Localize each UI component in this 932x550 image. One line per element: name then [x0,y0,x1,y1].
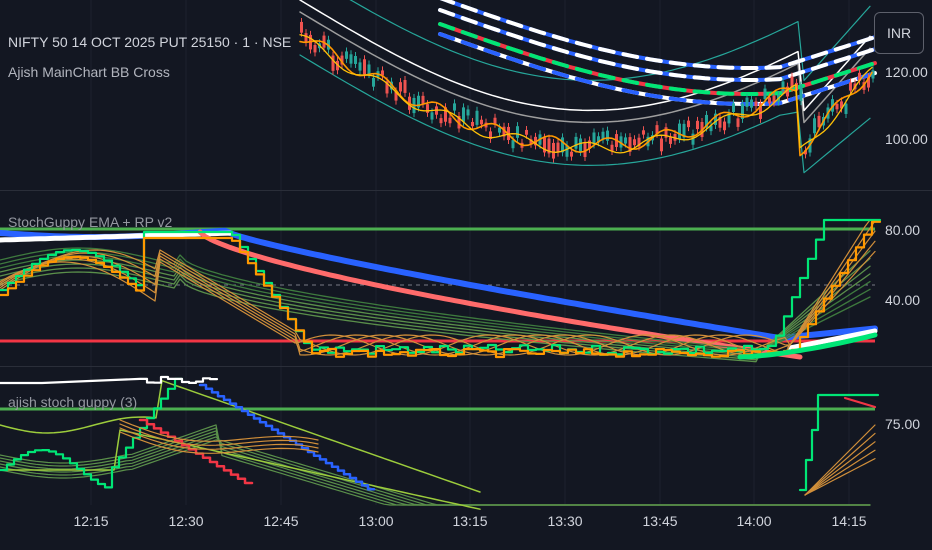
candle-body [871,70,875,79]
currency-button[interactable]: INR [874,12,924,54]
candle-body [678,123,681,139]
candle-body [642,130,645,135]
time-label: 13:45 [642,513,678,529]
candle-body [304,33,308,43]
candle-body [439,118,443,124]
candle-body [624,137,627,144]
time-label: 12:45 [263,513,299,529]
candle-body [579,138,582,152]
candle-body [606,130,609,141]
time-label: 14:15 [831,513,867,529]
ajish-blue-step [198,383,376,491]
ajish-stoch-title[interactable]: ajish stoch guppy (3) [8,394,137,410]
candle-body [511,140,515,149]
candle-body [754,101,758,107]
candle-body [745,97,749,107]
ajish-guppy-line [0,439,871,506]
candle-body [687,120,690,128]
candle-body [781,81,785,92]
guppy-green-line [0,257,871,361]
guppy-orange-line [0,230,876,356]
ajish-right-orange [804,424,876,496]
candle-body [736,118,740,127]
candle-body [462,107,465,122]
candle-body [732,103,735,113]
time-label: 12:15 [73,513,109,529]
candle-body [448,117,452,124]
candle-body [480,119,483,125]
candle-body [471,121,474,127]
candle-body [570,151,573,157]
candle-body [750,99,753,108]
chart-canvas[interactable] [0,0,932,550]
candle-body [349,54,353,64]
stoch-axis-label-40: 40.00 [885,292,921,308]
time-label: 12:30 [168,513,204,529]
stoch-guppy-title[interactable]: StochGuppy EMA + RP v2 [8,214,172,230]
candle-body [466,109,470,116]
ajish-guppy-line [0,424,871,506]
indicator-main-label[interactable]: Ajish MainChart BB Cross [8,64,170,80]
candle-body [844,103,848,114]
candle-body [421,95,425,104]
candle-body [372,77,375,87]
candle-body [574,136,578,149]
time-label: 13:15 [452,513,488,529]
candle-body [331,55,335,71]
time-label: 13:30 [547,513,583,529]
candle-body [430,112,434,120]
candle-body [723,121,726,131]
candle-body [354,56,357,64]
candle-body [525,129,528,135]
candle-body [763,88,767,100]
candle-body [313,45,317,53]
candle-body [493,117,497,124]
ajish-white-step [0,375,219,385]
guppy-green-line [0,251,871,353]
candle-body [516,126,519,138]
candle-body [813,118,816,134]
price-axis-label-120: 120.00 [885,64,928,80]
candle-body [552,142,555,159]
guppy-green-line [0,250,871,363]
candle-body [453,103,456,111]
candle-body [669,137,672,144]
candle-body [835,103,839,110]
ajish-guppy-line [0,430,871,506]
candle-body [358,62,362,71]
symbol-title[interactable]: NIFTY 50 14 OCT 2025 PUT 25150 · 1 · NSE [8,34,291,50]
candle-body [345,51,348,59]
candle-body [403,80,407,93]
time-label: 14:00 [736,513,772,529]
stoch-axis-label-80: 80.00 [885,222,921,238]
pane-separator[interactable] [0,190,932,191]
ajish-right-orange [804,449,876,496]
candle-body [610,144,614,151]
candle-body [367,64,371,75]
candle-body [475,110,479,125]
price-axis-label-100: 100.00 [885,131,928,147]
candle-body [660,138,663,152]
candle-body [817,115,821,128]
pane-separator-2[interactable] [0,366,932,367]
candle-body [363,59,366,75]
ajish-axis-label-75: 75.00 [885,416,921,432]
candle-body [556,142,560,153]
candle-body [696,120,699,130]
ajish-envelope-lower [0,429,481,510]
time-label: 13:00 [358,513,394,529]
candle-body [300,21,303,33]
bollinger-upper [349,0,871,82]
stoch-orange-step [0,220,882,359]
candle-body [768,97,771,104]
candle-body [849,82,852,91]
candle-body [426,104,429,113]
candle-body [399,82,402,92]
candle-body [498,127,501,133]
candle-body [799,85,803,102]
candle-body [633,139,636,146]
ajish-right-orange [804,441,876,496]
